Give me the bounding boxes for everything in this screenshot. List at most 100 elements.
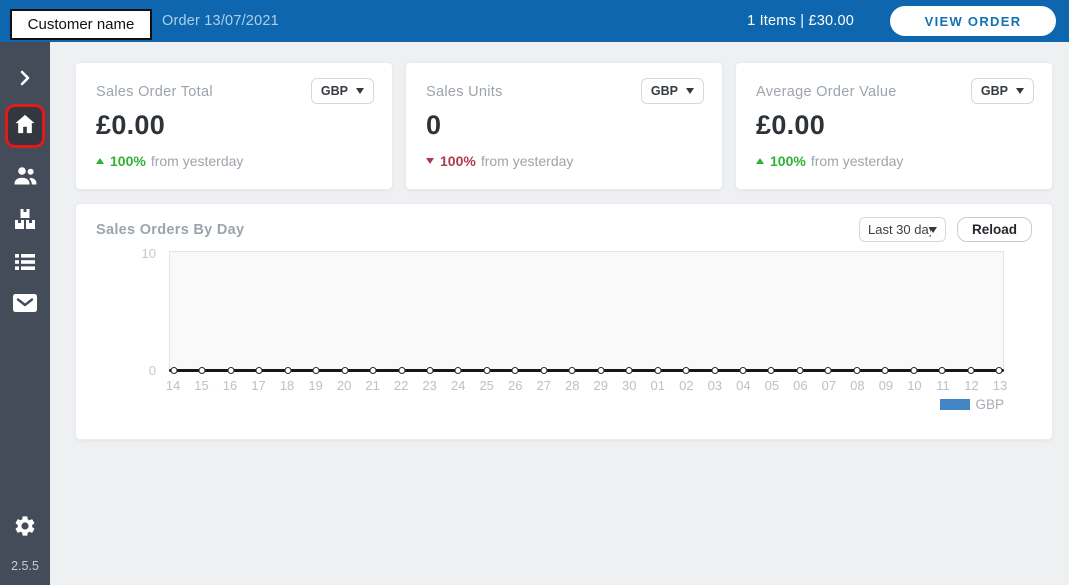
x-axis-tick: 08: [850, 378, 864, 393]
data-point: [796, 367, 803, 374]
data-point: [654, 367, 661, 374]
chart-body: 10 0: [96, 251, 1032, 371]
sidebar-item-customers[interactable]: [12, 164, 38, 191]
x-axis-tick: 22: [394, 378, 408, 393]
x-axis-tick: 05: [765, 378, 779, 393]
y-axis-tick-min: 0: [149, 363, 156, 378]
x-axis-tick: 16: [223, 378, 237, 393]
data-point: [825, 367, 832, 374]
order-date-label: Order 13/07/2021: [162, 13, 279, 29]
mail-icon: [12, 300, 38, 317]
data-point: [597, 367, 604, 374]
y-axis-tick-max: 10: [142, 246, 156, 261]
card-title: Sales Order Total: [96, 78, 213, 100]
data-point: [540, 367, 547, 374]
data-point: [370, 367, 377, 374]
x-axis-tick: 11: [936, 378, 950, 393]
data-point: [739, 367, 746, 374]
sales-orders-by-day-card: Sales Orders By Day Last 30 days Reload …: [75, 203, 1053, 440]
x-axis-tick: 30: [622, 378, 636, 393]
data-point: [256, 367, 263, 374]
customer-name-label: Customer name: [28, 16, 135, 33]
x-axis-tick: 01: [651, 378, 665, 393]
delta-percent: 100%: [770, 153, 806, 169]
delta-suffix: from yesterday: [811, 153, 904, 169]
chart-controls: Last 30 days Reload: [859, 217, 1032, 242]
data-point: [939, 367, 946, 374]
card-delta: 100% from yesterday: [756, 153, 1034, 169]
card-delta: 100% from yesterday: [96, 153, 374, 169]
x-axis-tick: 04: [736, 378, 750, 393]
down-arrow-icon: [426, 158, 434, 164]
gear-icon: [13, 525, 37, 542]
sidebar-item-settings[interactable]: [13, 514, 37, 543]
x-axis-tick: 29: [594, 378, 608, 393]
data-point: [768, 367, 775, 374]
list-icon: [13, 259, 37, 276]
reload-button[interactable]: Reload: [957, 217, 1032, 242]
x-axis-tick: 12: [964, 378, 978, 393]
currency-dropdown[interactable]: GBP: [311, 78, 374, 104]
card-delta: 100% from yesterday: [426, 153, 704, 169]
delta-suffix: from yesterday: [151, 153, 244, 169]
x-axis-tick: 28: [565, 378, 579, 393]
chart-legend: GBP: [96, 397, 1004, 412]
x-axis-tick: 17: [251, 378, 265, 393]
users-icon: [12, 173, 38, 190]
home-icon: [14, 114, 36, 139]
x-axis-ticks: 1415161718192021222324252627282930010203…: [173, 378, 1000, 394]
sidebar-item-orders[interactable]: [13, 252, 37, 277]
x-axis: 1415161718192021222324252627282930010203…: [169, 378, 1004, 394]
data-point: [853, 367, 860, 374]
x-axis-tick: 18: [280, 378, 294, 393]
x-axis-tick: 23: [422, 378, 436, 393]
currency-value: GBP: [321, 84, 348, 98]
x-axis-tick: 26: [508, 378, 522, 393]
card-value: £0.00: [756, 110, 1034, 141]
top-bar: Order 13/07/2021 1 Items | £30.00 VIEW O…: [0, 0, 1069, 42]
x-axis-tick: 07: [822, 378, 836, 393]
sidebar-item-messages[interactable]: [12, 293, 38, 318]
data-point: [512, 367, 519, 374]
chevron-down-icon: [929, 227, 937, 233]
chevron-right-icon: [18, 70, 32, 91]
up-arrow-icon: [96, 158, 104, 164]
x-axis-tick: 03: [708, 378, 722, 393]
kpi-cards-row: Sales Order Total GBP £0.00 100% from ye…: [75, 62, 1053, 190]
card-value: £0.00: [96, 110, 374, 141]
card-value: 0: [426, 110, 704, 141]
app-version: 2.5.5: [11, 559, 39, 573]
sidebar-item-products[interactable]: [13, 207, 37, 236]
data-point: [313, 367, 320, 374]
currency-dropdown[interactable]: GBP: [971, 78, 1034, 104]
x-axis-tick: 24: [451, 378, 465, 393]
sidebar-expand-button[interactable]: [18, 70, 32, 91]
x-axis-tick: 15: [194, 378, 208, 393]
chevron-down-icon: [686, 88, 694, 94]
customer-name-box[interactable]: Customer name: [10, 9, 152, 40]
currency-value: GBP: [981, 84, 1008, 98]
kpi-card-average-order-value: Average Order Value GBP £0.00 100% from …: [735, 62, 1053, 190]
card-title: Average Order Value: [756, 78, 897, 100]
data-point: [569, 367, 576, 374]
delta-percent: 100%: [440, 153, 476, 169]
chevron-down-icon: [356, 88, 364, 94]
kpi-card-sales-units: Sales Units GBP 0 100% from yesterday: [405, 62, 723, 190]
chart-title: Sales Orders By Day: [96, 222, 244, 238]
x-axis-tick: 25: [479, 378, 493, 393]
delta-percent: 100%: [110, 153, 146, 169]
x-axis-tick: 02: [679, 378, 693, 393]
data-point: [171, 367, 178, 374]
x-axis-tick: 14: [166, 378, 180, 393]
cart-items-summary: 1 Items | £30.00: [747, 13, 854, 29]
sidebar-item-home[interactable]: [5, 104, 45, 148]
data-point: [711, 367, 718, 374]
currency-value: GBP: [651, 84, 678, 98]
x-axis-tick: 20: [337, 378, 351, 393]
period-dropdown[interactable]: Last 30 days: [859, 217, 946, 242]
view-order-button[interactable]: VIEW ORDER: [890, 6, 1056, 36]
x-axis-tick: 06: [793, 378, 807, 393]
up-arrow-icon: [756, 158, 764, 164]
legend-swatch-gbp: [940, 399, 970, 410]
currency-dropdown[interactable]: GBP: [641, 78, 704, 104]
